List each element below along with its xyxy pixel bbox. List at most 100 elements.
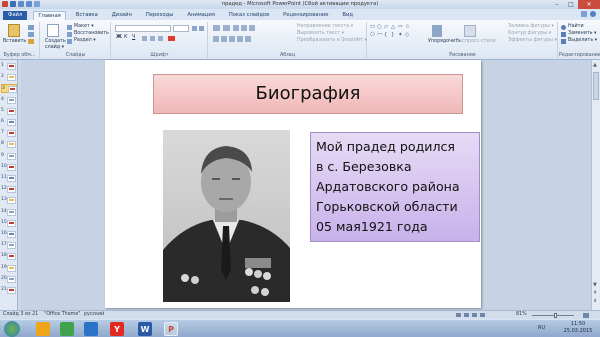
- scroll-up-icon[interactable]: ▲: [593, 62, 597, 68]
- slide-thumbnail[interactable]: 15: [1, 219, 17, 228]
- reset-button[interactable]: Восстановить: [74, 31, 109, 36]
- slideshow-view-icon[interactable]: [480, 313, 485, 317]
- slide-thumbnail[interactable]: 2: [1, 73, 17, 82]
- text-direction-button[interactable]: Направление текста ▾: [297, 24, 353, 29]
- italic-icon[interactable]: К: [124, 35, 127, 40]
- grow-font-icon[interactable]: [192, 26, 197, 31]
- tab-file[interactable]: Файл: [3, 11, 28, 20]
- shrink-font-icon[interactable]: [199, 26, 204, 31]
- tab-animations[interactable]: Анимация: [183, 11, 218, 20]
- section-button[interactable]: Раздел ▾: [74, 38, 96, 43]
- cut-icon[interactable]: [28, 25, 34, 30]
- tab-home[interactable]: Главная: [33, 11, 66, 20]
- shape-outline-button[interactable]: Контур фигуры ▾: [508, 31, 551, 36]
- biography-text-box[interactable]: Мой прадед родился в с. Березовка Ардато…: [310, 132, 480, 242]
- close-button[interactable]: ✕: [578, 0, 600, 9]
- slide-thumbnail[interactable]: 16: [1, 230, 17, 239]
- slide-thumbnail[interactable]: 10: [1, 163, 17, 172]
- minimize-button[interactable]: –: [550, 0, 564, 9]
- zoom-slider[interactable]: [528, 313, 578, 318]
- start-button[interactable]: [4, 321, 20, 337]
- numbering-icon[interactable]: [223, 25, 230, 31]
- slide-thumbnail[interactable]: 4: [1, 96, 17, 105]
- columns-icon[interactable]: [245, 36, 251, 42]
- maximize-button[interactable]: □: [564, 0, 578, 9]
- strikethrough-icon[interactable]: [142, 36, 147, 41]
- slide-thumbnail[interactable]: 8: [1, 140, 17, 149]
- select-button[interactable]: Выделить ▾: [568, 38, 597, 43]
- slide-thumbnail[interactable]: 5: [1, 107, 17, 116]
- slide-thumbnail[interactable]: 3: [1, 84, 17, 94]
- slide-thumbnail[interactable]: 9: [1, 152, 17, 161]
- shapes-gallery[interactable]: ▭ ○ ▱ △ ⇨ ☆ ⬠ ⌒{} ✦ ◇: [370, 24, 415, 46]
- paste-icon[interactable]: [8, 24, 20, 37]
- slide-title[interactable]: Биография: [153, 74, 463, 114]
- smartart-button[interactable]: Преобразовать в SmartArt ▾: [297, 38, 367, 43]
- new-slide-icon[interactable]: [47, 24, 59, 37]
- slide-thumbnail[interactable]: 14: [1, 208, 17, 217]
- arrange-icon[interactable]: [432, 25, 442, 37]
- scroll-thumb[interactable]: [593, 72, 599, 100]
- shape-effects-button[interactable]: Эффекты фигуры ▾: [508, 38, 557, 43]
- underline-icon[interactable]: Ч: [132, 35, 135, 40]
- quick-styles-icon[interactable]: [464, 25, 476, 37]
- tab-design[interactable]: Дизайн: [108, 11, 136, 20]
- vertical-scrollbar[interactable]: ▲ ▼ ⇞ ⇟: [591, 60, 600, 310]
- next-slide-icon[interactable]: ⇟: [593, 298, 597, 304]
- tab-view[interactable]: Вид: [338, 11, 357, 20]
- keyboard-language[interactable]: RU: [538, 325, 545, 331]
- format-painter-icon[interactable]: [28, 39, 34, 44]
- shape-fill-button[interactable]: Заливка фигуры ▾: [508, 24, 554, 29]
- copy-icon[interactable]: [28, 32, 34, 37]
- system-clock[interactable]: 11:50 25.03.2015: [562, 321, 594, 335]
- slide-thumbnail[interactable]: 21: [1, 286, 17, 295]
- tab-transitions[interactable]: Переходы: [142, 11, 178, 20]
- change-case-icon[interactable]: [158, 36, 163, 41]
- font-color-icon[interactable]: [168, 36, 175, 41]
- align-right-icon[interactable]: [229, 36, 235, 42]
- replace-button[interactable]: Заменить ▾: [568, 31, 596, 36]
- align-text-button[interactable]: Выровнять текст ▾: [297, 31, 344, 36]
- theme-name[interactable]: "Office Theme": [44, 312, 81, 317]
- slide-thumbnail[interactable]: 12: [1, 185, 17, 194]
- new-slide-dropdown[interactable]: слайд ▾: [45, 45, 64, 50]
- prev-slide-icon[interactable]: ⇞: [593, 290, 597, 296]
- paste-button[interactable]: Вставить: [3, 39, 26, 44]
- zoom-knob[interactable]: [553, 313, 557, 318]
- zoom-level[interactable]: 81%: [516, 312, 527, 317]
- justify-icon[interactable]: [237, 36, 243, 42]
- new-slide-button[interactable]: Создать: [45, 39, 66, 44]
- align-center-icon[interactable]: [221, 36, 227, 42]
- slide-thumbnail[interactable]: 19: [1, 264, 17, 273]
- slide-sorter-icon[interactable]: [464, 313, 469, 317]
- increase-indent-icon[interactable]: [241, 25, 247, 31]
- bullets-icon[interactable]: [213, 25, 220, 31]
- help-icon[interactable]: [590, 11, 596, 17]
- yandex-icon[interactable]: Y: [110, 322, 124, 336]
- tab-insert[interactable]: Вставка: [72, 11, 102, 20]
- portrait-photo[interactable]: [163, 130, 290, 302]
- slide-thumbnail[interactable]: 18: [1, 252, 17, 261]
- normal-view-icon[interactable]: [456, 313, 461, 317]
- line-spacing-icon[interactable]: [249, 25, 255, 31]
- fit-to-window-icon[interactable]: [583, 313, 589, 318]
- word-icon[interactable]: W: [138, 322, 152, 336]
- quick-styles-button[interactable]: Экспресс-стили: [456, 39, 496, 44]
- slide-thumbnail[interactable]: 17: [1, 241, 17, 250]
- align-left-icon[interactable]: [213, 36, 219, 42]
- tab-slideshow[interactable]: Показ слайдов: [225, 11, 273, 20]
- chrome-icon[interactable]: [84, 322, 98, 336]
- font-size-select[interactable]: [173, 25, 189, 32]
- tab-review[interactable]: Рецензирование: [279, 11, 332, 20]
- char-spacing-icon[interactable]: [150, 36, 155, 41]
- bold-icon[interactable]: Ж: [116, 35, 122, 40]
- slide-canvas[interactable]: Биография Мой прадед родился в с. Березо…: [105, 60, 481, 308]
- game-icon[interactable]: [60, 322, 74, 336]
- find-button[interactable]: Найти: [568, 24, 584, 29]
- scroll-down-icon[interactable]: ▼: [593, 282, 597, 288]
- slide-thumbnail[interactable]: 11: [1, 174, 17, 183]
- layout-button[interactable]: Макет ▾: [74, 24, 94, 29]
- powerpoint-taskbar-icon[interactable]: P: [164, 322, 178, 336]
- slide-thumbnail[interactable]: 1: [1, 62, 17, 71]
- slide-thumbnail[interactable]: 7: [1, 129, 17, 138]
